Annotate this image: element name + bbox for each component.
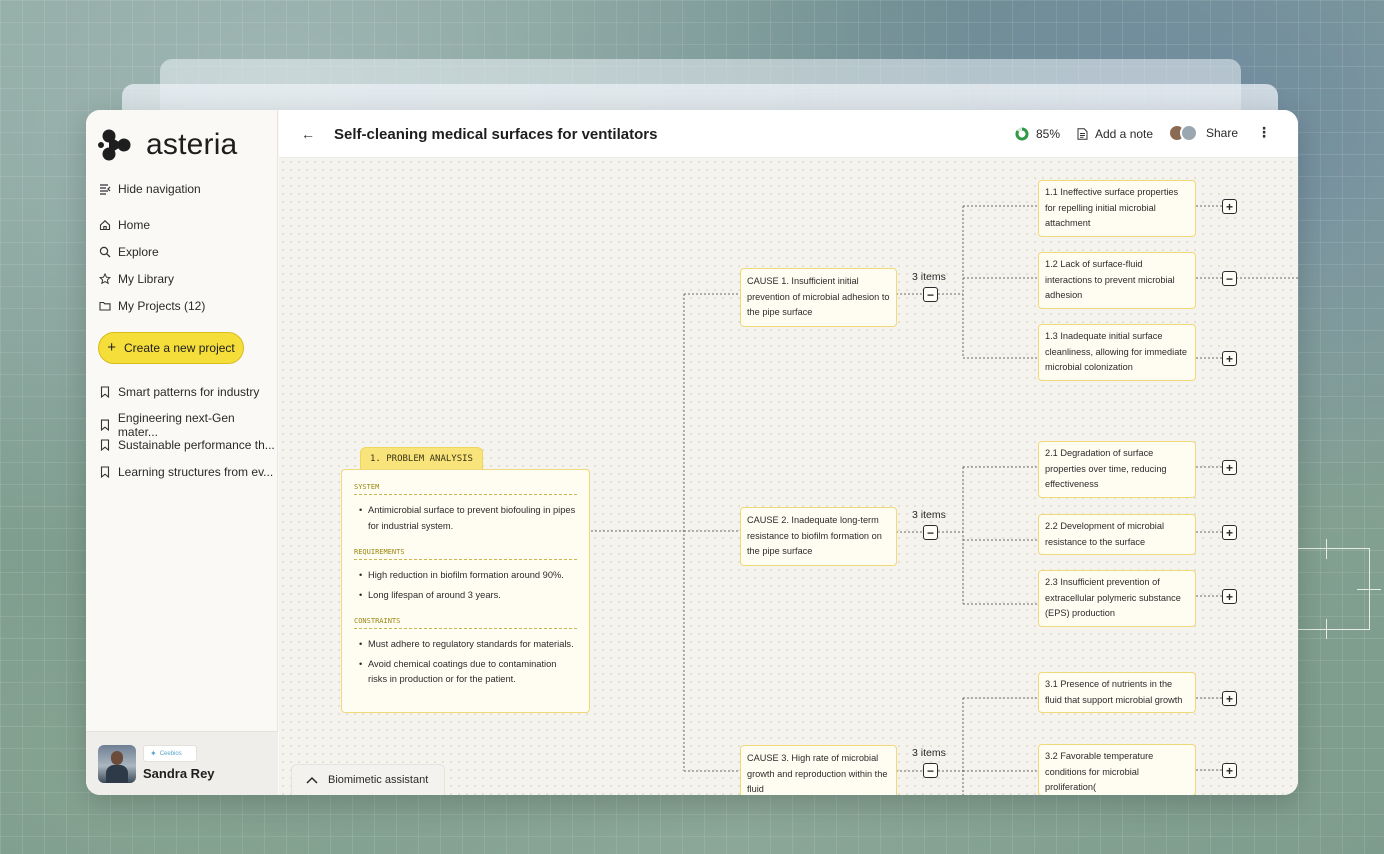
plus-icon: + bbox=[107, 339, 117, 356]
expand-icon[interactable]: + bbox=[1222, 199, 1237, 214]
progress-ring-icon bbox=[1015, 127, 1029, 141]
add-note-label: Add a note bbox=[1095, 127, 1154, 141]
sub-cause-node[interactable]: 2.3 Insufficient prevention of extracell… bbox=[1038, 570, 1196, 628]
create-project-label: Create a new project bbox=[124, 341, 235, 355]
constraint-item: Must adhere to regulatory standards for … bbox=[354, 637, 577, 653]
sidebar-item-label: My Library bbox=[118, 272, 175, 286]
collapse-icon[interactable]: − bbox=[1222, 271, 1237, 286]
bookmark-icon bbox=[100, 466, 110, 478]
expand-icon[interactable]: + bbox=[1222, 525, 1237, 540]
progress-indicator[interactable]: 85% bbox=[1015, 127, 1060, 141]
asteria-logo-icon bbox=[98, 129, 131, 161]
progress-value: 85% bbox=[1036, 127, 1061, 141]
sub-cause-node[interactable]: 2.2 Development of microbial resistance … bbox=[1038, 514, 1196, 556]
requirement-item: Long lifespan of around 3 years. bbox=[354, 588, 577, 604]
expand-icon[interactable]: + bbox=[1222, 351, 1237, 366]
decorative-frame bbox=[1298, 539, 1381, 639]
project-item-label: Learning structures from ev... bbox=[118, 465, 274, 479]
expand-icon[interactable]: + bbox=[1222, 589, 1237, 604]
share-label: Share bbox=[1206, 126, 1239, 140]
sidebar-item-my-library[interactable]: My Library bbox=[99, 272, 174, 286]
system-item: Antimicrobial surface to prevent biofoul… bbox=[354, 503, 577, 534]
bookmark-icon bbox=[100, 439, 110, 451]
project-item[interactable]: Smart patterns for industry bbox=[99, 385, 259, 399]
project-item-label: Engineering next-Gen mater... bbox=[117, 411, 235, 439]
avatar bbox=[98, 745, 136, 783]
project-item-label: Smart patterns for industry bbox=[118, 385, 260, 399]
requirements-section-title: REQUIREMENTS bbox=[354, 548, 577, 560]
sub-cause-node[interactable]: 2.1 Degradation of surface properties ov… bbox=[1038, 441, 1196, 499]
sidebar-item-my-projects[interactable]: My Projects (12) bbox=[99, 299, 205, 313]
star-icon bbox=[99, 273, 111, 285]
home-icon bbox=[99, 220, 111, 231]
cause-node[interactable]: CAUSE 1. Insufficient initial prevention… bbox=[740, 268, 897, 328]
project-item[interactable]: Learning structures from ev... bbox=[99, 465, 273, 479]
problem-analysis-tab: 1. PROBLEM ANALYSIS bbox=[360, 447, 483, 469]
assistant-label: Biomimetic assistant bbox=[328, 774, 429, 786]
search-icon bbox=[99, 246, 111, 258]
bookmark-icon bbox=[100, 419, 109, 431]
sub-cause-node[interactable]: 1.1 Ineffective surface properties for r… bbox=[1038, 180, 1196, 238]
items-count: 3 items bbox=[912, 271, 946, 283]
biomimetic-assistant-toggle[interactable]: Biomimetic assistant bbox=[291, 764, 445, 795]
header: ← Self-cleaning medical surfaces for ven… bbox=[279, 110, 1298, 158]
sidebar-item-explore[interactable]: Explore bbox=[99, 245, 159, 259]
expand-icon[interactable]: + bbox=[1222, 691, 1237, 706]
note-icon bbox=[1077, 128, 1088, 140]
constraint-item: Avoid chemical coatings due to contamina… bbox=[354, 657, 577, 688]
project-item[interactable]: Sustainable performance th... bbox=[99, 438, 275, 452]
logo[interactable]: asteria bbox=[98, 128, 237, 162]
sidebar-item-label: Home bbox=[118, 218, 151, 232]
page-title: Self-cleaning medical surfaces for venti… bbox=[334, 126, 658, 143]
app-name: asteria bbox=[146, 128, 238, 161]
project-item[interactable]: Engineering next-Gen mater... bbox=[99, 411, 277, 439]
share-button[interactable]: Share bbox=[1168, 124, 1238, 142]
items-count: 3 items bbox=[912, 747, 946, 759]
more-options-icon[interactable]: ⋮ bbox=[1257, 124, 1271, 141]
sub-cause-node[interactable]: 1.3 Inadequate initial surface cleanline… bbox=[1038, 324, 1196, 382]
bird-icon: ✦ bbox=[150, 749, 157, 758]
user-profile[interactable]: ✦ Ceebios Sandra Rey bbox=[86, 731, 278, 795]
user-name: Sandra Rey bbox=[143, 766, 215, 781]
sidebar-item-label: Explore bbox=[118, 245, 159, 259]
add-note-button[interactable]: Add a note bbox=[1077, 127, 1153, 141]
bookmark-icon bbox=[100, 386, 110, 398]
organization-name: Ceebios bbox=[159, 750, 182, 757]
collapse-menu-icon bbox=[100, 184, 111, 195]
organization-badge: ✦ Ceebios bbox=[143, 745, 197, 762]
constraints-section-title: CONSTRAINTS bbox=[354, 617, 577, 629]
back-arrow-icon[interactable]: ← bbox=[301, 126, 315, 142]
problem-analysis-card[interactable]: SYSTEM Antimicrobial surface to prevent … bbox=[341, 469, 590, 713]
sub-cause-node[interactable]: 1.2 Lack of surface-fluid interactions t… bbox=[1038, 252, 1196, 310]
sidebar: asteria Hide navigation Home Explore My … bbox=[86, 110, 278, 795]
sidebar-item-label: My Projects (12) bbox=[118, 299, 206, 313]
system-section-title: SYSTEM bbox=[354, 483, 577, 495]
sidebar-item-home[interactable]: Home bbox=[99, 218, 150, 232]
items-count: 3 items bbox=[912, 509, 946, 521]
chevron-up-icon bbox=[306, 776, 318, 784]
sub-cause-node[interactable]: 3.2 Favorable temperature conditions for… bbox=[1038, 744, 1196, 795]
cause-node[interactable]: CAUSE 3. High rate of microbial growth a… bbox=[740, 745, 897, 795]
mind-map-canvas[interactable]: 1. PROBLEM ANALYSIS SYSTEM Antimicrobial… bbox=[279, 158, 1298, 795]
requirement-item: High reduction in biofilm formation arou… bbox=[354, 568, 577, 584]
expand-icon[interactable]: + bbox=[1222, 763, 1237, 778]
hide-navigation-button[interactable]: Hide navigation bbox=[99, 182, 201, 196]
collapse-icon[interactable]: − bbox=[923, 525, 938, 540]
project-item-label: Sustainable performance th... bbox=[118, 438, 275, 452]
expand-icon[interactable]: + bbox=[1222, 460, 1237, 475]
sub-cause-node[interactable]: 3.1 Presence of nutrients in the fluid t… bbox=[1038, 672, 1196, 714]
collaborator-avatars bbox=[1168, 124, 1198, 142]
app-window: asteria Hide navigation Home Explore My … bbox=[86, 110, 1298, 795]
collapse-icon[interactable]: − bbox=[923, 763, 938, 778]
folder-icon bbox=[99, 301, 111, 311]
hide-navigation-label: Hide navigation bbox=[118, 182, 201, 196]
cause-node[interactable]: CAUSE 2. Inadequate long-term resistance… bbox=[740, 507, 897, 567]
create-project-button[interactable]: + Create a new project bbox=[98, 332, 244, 364]
collapse-icon[interactable]: − bbox=[923, 287, 938, 302]
